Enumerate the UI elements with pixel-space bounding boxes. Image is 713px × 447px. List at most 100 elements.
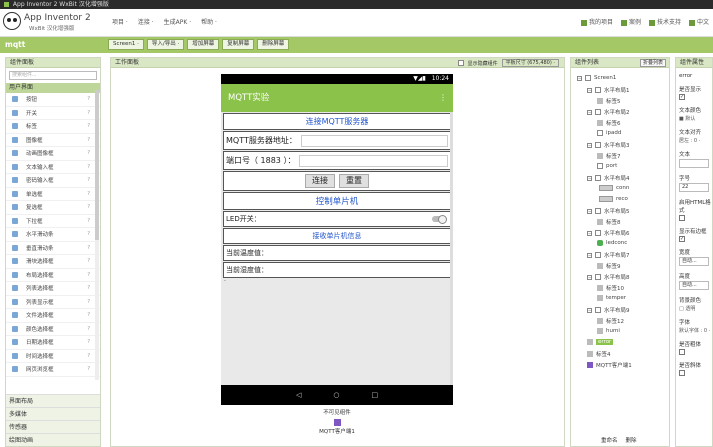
help-icon[interactable]: ? [87,339,90,345]
property-checkbox[interactable] [679,236,685,242]
palette-item[interactable]: 列表显示框? [6,296,100,309]
tree-node[interactable]: − 水平布局6 [587,229,630,237]
property-input[interactable]: 22 [679,183,709,192]
connect-button[interactable]: 连接 [305,174,335,188]
palette-item[interactable]: 下拉框? [6,215,100,228]
tree-node[interactable]: MQTT客户端1 [587,361,632,369]
palette-item[interactable]: 动画图像框? [6,147,100,161]
error-label[interactable]: - [221,278,453,284]
tree-node[interactable]: − 水平布局1 [587,86,630,94]
my-projects-link[interactable]: 我的项目 [580,17,613,26]
tree-node[interactable]: humi [597,328,620,334]
delete-button[interactable]: 删除 [626,436,637,444]
property-value[interactable]: □ 透明 [676,305,712,312]
expand-toggle-icon[interactable]: − [587,252,592,258]
device-size-select[interactable]: 平板尺寸 (675,480) · [501,59,559,67]
palette-category[interactable]: 绘图动画 [6,433,100,446]
menu-project[interactable]: 项目 · [112,17,128,26]
connect-header-label[interactable]: 连接MQTT服务器 [223,113,451,130]
help-icon[interactable]: ? [87,218,90,224]
menu-build[interactable]: 生成APK · [164,17,191,26]
expand-toggle-icon[interactable]: − [587,142,592,148]
language-link[interactable]: 中文 [688,17,709,26]
support-link[interactable]: 技术支持 [648,17,681,26]
help-icon[interactable]: ? [87,245,90,251]
expand-toggle-icon[interactable]: − [587,307,592,313]
server-address-input[interactable] [300,134,448,147]
palette-item[interactable]: 文件选择框? [6,309,100,323]
reset-button[interactable]: 重置 [339,174,369,188]
tree-node[interactable]: 标签8 [597,218,621,226]
palette-item[interactable]: 复选框? [6,201,100,215]
tree-node[interactable]: − 水平布局9 [587,306,630,314]
property-value[interactable]: ■ 默认 [676,115,712,122]
palette-item[interactable]: 文本输入框? [6,161,100,174]
tree-node[interactable]: − 水平布局4 [587,174,630,182]
copy-screen-button[interactable]: 复制屏幕 [222,39,255,50]
property-input[interactable]: 自动... [679,281,709,290]
help-icon[interactable]: ? [87,366,90,372]
tree-node[interactable]: port [597,163,617,169]
tree-node[interactable]: − 水平布局3 [587,141,630,149]
help-icon[interactable]: ? [87,150,90,156]
property-checkbox[interactable] [679,215,685,221]
property-input[interactable]: 自动... [679,257,709,266]
tree-node[interactable]: 标签4 [587,350,611,358]
help-icon[interactable]: ? [87,231,90,237]
palette-item[interactable]: 垂直滑动条? [6,242,100,255]
rename-button[interactable]: 重命名 [601,436,618,444]
palette-item[interactable]: 网页浏览框? [6,363,100,377]
palette-item[interactable]: 开关? [6,107,100,120]
property-checkbox[interactable] [679,370,685,376]
tree-node[interactable]: ledconc [597,240,627,246]
palette-item[interactable]: 水平滑动条? [6,228,100,242]
tree-node[interactable]: error [587,339,614,345]
add-screen-button[interactable]: 增加屏幕 [187,39,220,50]
tree-node[interactable]: reco [597,196,628,202]
tree-node[interactable]: − Screen1 [577,75,616,81]
palette-item[interactable]: 日期选择框? [6,336,100,350]
expand-toggle-icon[interactable]: − [587,230,592,236]
palette-item[interactable]: 按钮? [6,93,100,107]
expand-toggle-icon[interactable]: − [577,75,582,81]
server-row[interactable]: MQTT服务器地址： [223,131,451,150]
expand-toggle-icon[interactable]: − [587,274,592,280]
collapse-list-button[interactable]: 折叠列表 [639,59,666,67]
help-icon[interactable]: ? [87,353,90,359]
palette-item[interactable]: 单选框? [6,188,100,201]
help-icon[interactable]: ? [87,177,90,183]
palette-item[interactable]: 时间选择框? [6,350,100,363]
help-icon[interactable]: ? [87,123,90,129]
expand-toggle-icon[interactable]: − [587,208,592,214]
help-icon[interactable]: ? [87,312,90,318]
examples-link[interactable]: 案例 [620,17,641,26]
property-value[interactable]: 默认字体 : 0 · [676,327,712,334]
tree-node[interactable]: 标签10 [597,284,624,292]
tree-node[interactable]: − 水平布局8 [587,273,630,281]
show-hidden-checkbox[interactable] [457,60,464,66]
tree-node[interactable]: − 水平布局7 [587,251,630,259]
category-user-interface[interactable]: 用户界面 [6,83,100,93]
mqtt-client-icon[interactable] [333,419,341,426]
tree-node[interactable]: conn [597,185,629,191]
palette-category[interactable]: 界面布局 [6,394,100,407]
tree-node[interactable]: − 水平布局2 [587,108,630,116]
palette-scrollbar[interactable] [95,90,99,380]
tree-node[interactable]: 标签12 [597,317,624,325]
property-value[interactable]: 居左 : 0 · [676,137,712,144]
humidity-row[interactable]: 当前湿度值： [223,262,451,278]
palette-category[interactable]: 多媒体 [6,407,100,420]
palette-item[interactable]: 图像框? [6,134,100,147]
tree-node[interactable]: ipadd [597,130,621,136]
property-checkbox[interactable] [679,94,685,100]
palette-category[interactable]: 传感器 [6,420,100,433]
led-switch-toggle[interactable] [432,215,447,224]
delete-screen-button[interactable]: 删除屏幕 [257,39,290,50]
expand-toggle-icon[interactable]: − [587,109,592,115]
control-header-label[interactable]: 控制单片机 [223,192,451,210]
receive-header-label[interactable]: 接收单片机信息 [223,228,451,244]
tree-node[interactable]: − 水平布局5 [587,207,630,215]
help-icon[interactable]: ? [87,326,90,332]
help-icon[interactable]: ? [87,272,90,278]
tree-node[interactable]: 标签5 [597,97,621,105]
